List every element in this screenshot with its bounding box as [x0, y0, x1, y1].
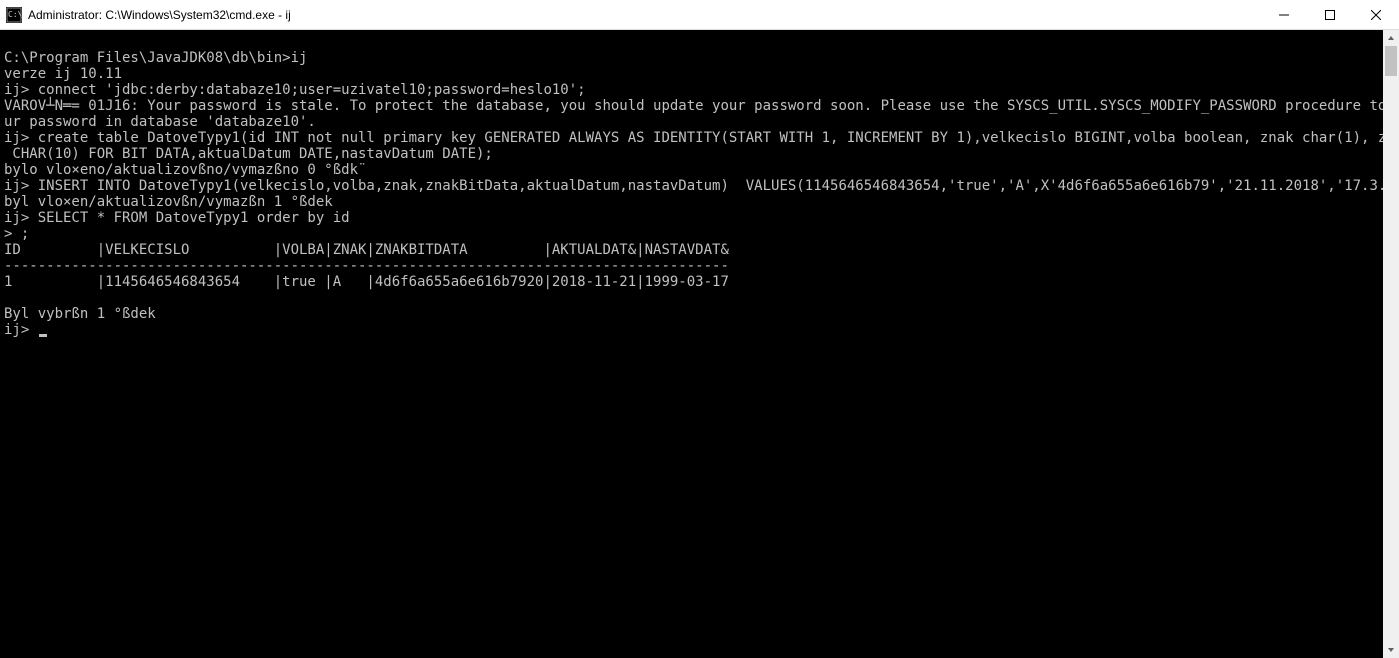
scrollbar-track[interactable] [1383, 46, 1399, 642]
scroll-down-button[interactable] [1383, 642, 1399, 658]
close-button[interactable] [1353, 0, 1399, 29]
terminal-line: 1 |1145646546843654 |true |A |4d6f6a655a… [4, 274, 1383, 290]
cursor [39, 334, 47, 337]
terminal-output[interactable]: C:\Program Files\JavaJDK08\db\bin>ijverz… [0, 30, 1383, 658]
terminal-line: ij> connect 'jdbc:derby:databaze10;user=… [4, 82, 1383, 98]
terminal-line: byl vlo×en/aktualizovßn/vymazßn 1 °ßdek [4, 194, 1383, 210]
terminal-line: C:\Program Files\JavaJDK08\db\bin>ij [4, 50, 1383, 66]
cmd-icon: C:\ [6, 7, 22, 23]
terminal-line: Byl vybrßn 1 °ßdek [4, 306, 1383, 322]
terminal-line: verze ij 10.11 [4, 66, 1383, 82]
maximize-button[interactable] [1307, 0, 1353, 29]
terminal-line: ur password in database 'databaze10'. [4, 114, 1383, 130]
scroll-up-button[interactable] [1383, 30, 1399, 46]
vertical-scrollbar[interactable] [1383, 30, 1399, 658]
terminal-line: > ; [4, 226, 1383, 242]
terminal-line: bylo vlo×eno/aktualizovßno/vymazßno 0 °ß… [4, 162, 1383, 178]
terminal-area: C:\Program Files\JavaJDK08\db\bin>ijverz… [0, 30, 1399, 658]
terminal-line: CHAR(10) FOR BIT DATA,aktualDatum DATE,n… [4, 146, 1383, 162]
terminal-line: ij> SELECT * FROM DatoveTypy1 order by i… [4, 210, 1383, 226]
terminal-line: ij> INSERT INTO DatoveTypy1(velkecislo,v… [4, 178, 1383, 194]
terminal-line: ----------------------------------------… [4, 258, 1383, 274]
window-titlebar: C:\ Administrator: C:\Windows\System32\c… [0, 0, 1399, 30]
window-title: Administrator: C:\Windows\System32\cmd.e… [28, 8, 1261, 22]
terminal-line [4, 290, 1383, 306]
terminal-line: VAROV┴N═= 01J16: Your password is stale.… [4, 98, 1383, 114]
scrollbar-thumb[interactable] [1385, 46, 1397, 76]
minimize-button[interactable] [1261, 0, 1307, 29]
svg-text:C:\: C:\ [8, 10, 22, 19]
terminal-line: ID |VELKECISLO |VOLBA|ZNAK|ZNAKBITDATA |… [4, 242, 1383, 258]
terminal-line: ij> create table DatoveTypy1(id INT not … [4, 130, 1383, 146]
window-controls [1261, 0, 1399, 29]
terminal-line [4, 34, 1383, 50]
terminal-line: ij> [4, 322, 1383, 338]
